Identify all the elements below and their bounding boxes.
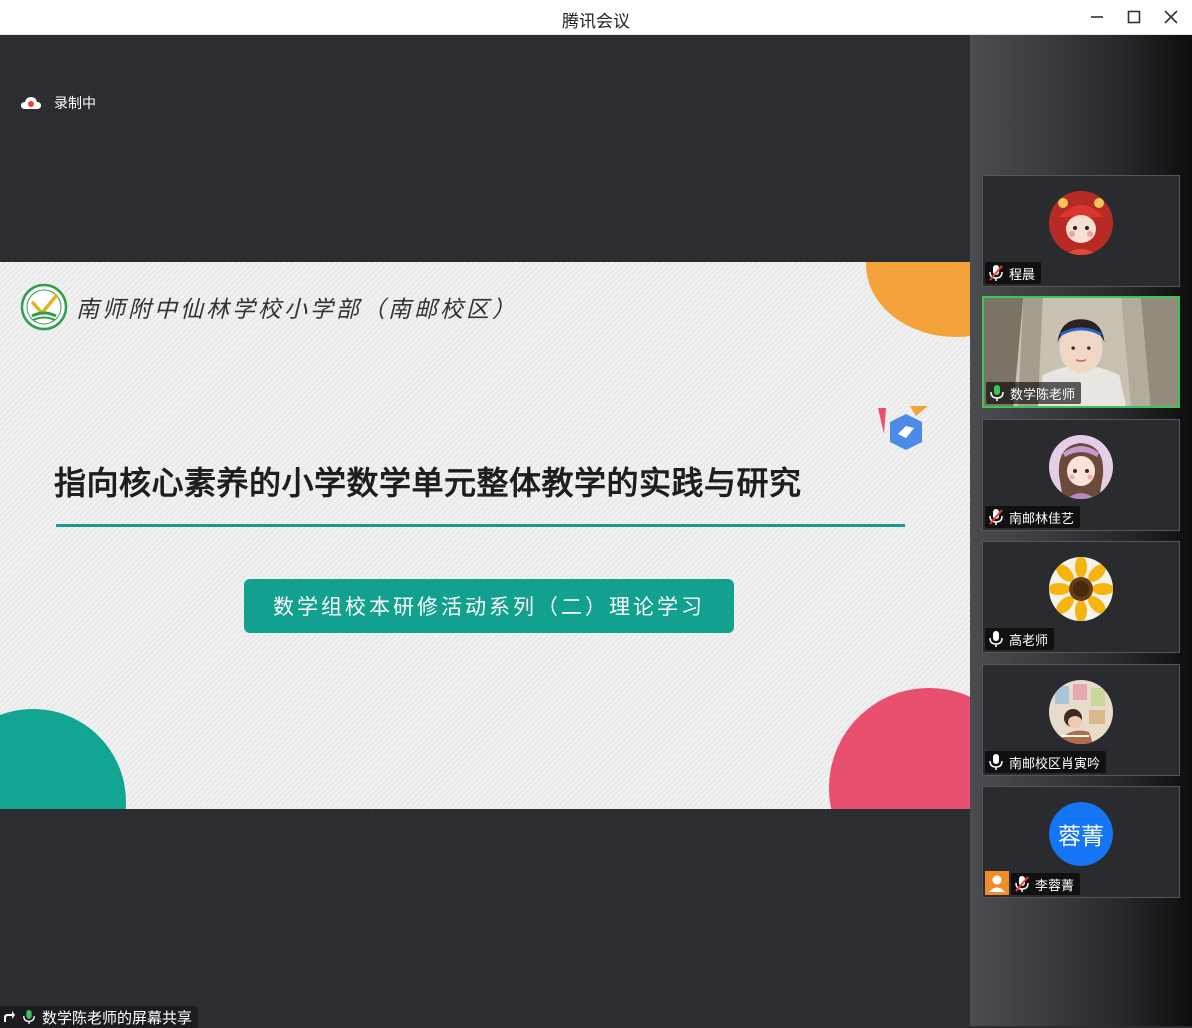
participant-name: 李蓉菁 <box>1035 878 1075 894</box>
recording-label: 录制中 <box>54 96 96 112</box>
participant-tile[interactable]: 高老师 <box>982 541 1180 653</box>
slide-title: 指向核心素养的小学数学单元整体教学的实践与研究 <box>54 464 802 502</box>
participant-tile[interactable]: 南邮林佳艺 <box>982 419 1180 531</box>
maximize-icon <box>1127 10 1141 24</box>
decor-teal-circle <box>0 709 126 809</box>
mic-muted-icon <box>989 265 1003 281</box>
share-label-text: 数学陈老师的屏幕共享 <box>42 1008 193 1027</box>
participant-tile[interactable]: 蓉菁 李蓉菁 <box>982 786 1180 898</box>
host-icon <box>985 871 1009 895</box>
mic-on-icon <box>989 631 1003 647</box>
share-arrow-icon <box>4 1011 15 1022</box>
participant-tile[interactable]: 南邮校区肖寅吟 <box>982 664 1180 776</box>
title-bar: 腾讯会议 <box>0 0 1192 35</box>
minimize-button[interactable] <box>1084 5 1110 29</box>
child-photo-avatar <box>1049 680 1113 744</box>
participant-name: 南邮林佳艺 <box>1009 511 1075 527</box>
red-costume-child-avatar <box>1049 191 1113 255</box>
participant-nametag: 高老师 <box>985 628 1055 650</box>
screen-share-label: 数学陈老师的屏幕共享 <box>0 1006 199 1028</box>
corner-brand-logo-icon <box>878 406 928 450</box>
participant-nametag: 李蓉菁 <box>1011 873 1081 895</box>
close-icon <box>1164 10 1178 24</box>
window-title: 腾讯会议 <box>562 12 630 32</box>
participant-name: 数学陈老师 <box>1010 387 1076 403</box>
cartoon-girl-avatar <box>1049 435 1113 499</box>
mic-on-icon <box>23 1010 35 1024</box>
participant-nametag: 南邮校区肖寅吟 <box>985 751 1107 773</box>
mic-muted-icon <box>989 509 1003 525</box>
close-button[interactable] <box>1158 5 1184 29</box>
decor-pink-circle <box>829 688 970 809</box>
participant-sidebar: 程晨 数学陈老师 南邮林佳艺 高老师 南邮校区肖寅吟 蓉菁 李蓉菁 <box>970 35 1192 1026</box>
school-name: 南师附中仙林学校小学部（南邮校区） <box>76 297 518 323</box>
participant-nametag: 数学陈老师 <box>986 382 1082 404</box>
maximize-button[interactable] <box>1121 5 1147 29</box>
sunflower-avatar <box>1049 557 1113 621</box>
participant-tile-active[interactable]: 数学陈老师 <box>982 296 1180 408</box>
presentation-slide: 南师附中仙林学校小学部（南邮校区） 指向核心素养的小学数学单元整体教学的实践与研… <box>0 262 970 809</box>
mic-on-icon <box>989 754 1003 770</box>
participant-tile[interactable]: 程晨 <box>982 175 1180 287</box>
slide-subtitle: 数学组校本研修活动系列（二）理论学习 <box>244 579 734 633</box>
cloud-record-icon <box>21 97 41 109</box>
participant-name: 南邮校区肖寅吟 <box>1009 756 1101 772</box>
decor-orange-circle <box>866 262 970 337</box>
initials-avatar: 蓉菁 <box>1049 802 1113 866</box>
avatar-initials: 蓉菁 <box>1049 802 1113 866</box>
participant-nametag: 程晨 <box>985 262 1042 284</box>
school-logo-icon <box>20 283 68 331</box>
minimize-icon <box>1091 16 1103 18</box>
mic-muted-icon <box>1015 876 1029 892</box>
mic-on-icon <box>990 385 1004 401</box>
title-divider <box>56 524 905 527</box>
participant-nametag: 南邮林佳艺 <box>985 506 1081 528</box>
recording-indicator[interactable]: 录制中 <box>20 93 96 113</box>
participant-name: 程晨 <box>1009 267 1036 283</box>
shared-screen-area: 录制中 南师附中仙林学校小学部（南邮校区） 指向核心素养的小学数学单元整体教学的… <box>0 35 970 1026</box>
participant-name: 高老师 <box>1009 633 1049 649</box>
